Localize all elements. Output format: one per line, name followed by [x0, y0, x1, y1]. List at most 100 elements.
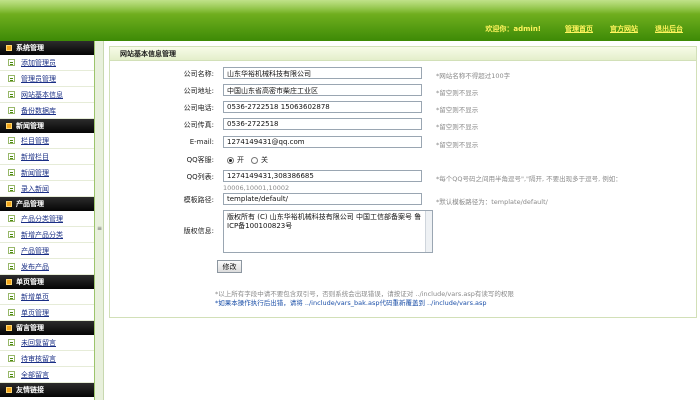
- company-phone-label: 公司电话:: [183, 104, 214, 112]
- company-name-hint: *网站名称不得超过100字: [436, 72, 511, 80]
- sidebar-group-links[interactable]: 友情链接: [0, 383, 94, 397]
- doc-icon: [8, 185, 15, 192]
- doc-icon: [8, 215, 15, 222]
- sidebar-item-column-manage[interactable]: 栏目管理: [0, 133, 94, 149]
- qq-show-radio-group: 开 关: [227, 155, 268, 165]
- email-input[interactable]: 1274149431@qq.com: [223, 136, 422, 148]
- sidebar-item-backup-db[interactable]: 备份数据库: [0, 103, 94, 119]
- submit-button[interactable]: 修改: [217, 260, 242, 273]
- sidebar-item-add-news[interactable]: 录入新闻: [0, 181, 94, 197]
- sidebar-item-site-info[interactable]: 网站基本信息: [0, 87, 94, 103]
- note-restore: *如果本操作执行后出错，请将 ../include/vars_bak.asp代码…: [215, 299, 487, 307]
- email-label: E-mail:: [189, 138, 214, 146]
- company-address-hint: *留空则不显示: [436, 89, 479, 97]
- folder-icon: [6, 45, 12, 51]
- company-name-input[interactable]: 山东华裕机械科技有限公司: [223, 67, 422, 79]
- sidebar-item-category-manage[interactable]: 产品分类管理: [0, 211, 94, 227]
- panel-title: 网站基本信息管理: [110, 47, 696, 61]
- template-path-input[interactable]: template/default/: [223, 193, 422, 205]
- nav-logout[interactable]: 退出后台: [655, 24, 683, 36]
- sidebar-splitter[interactable]: ≡: [95, 41, 104, 400]
- sidebar-group-system[interactable]: 系统管理: [0, 41, 94, 55]
- doc-icon: [8, 153, 15, 160]
- company-address-label: 公司地址:: [183, 87, 214, 95]
- folder-icon: [6, 387, 12, 393]
- header-bar: 欢迎你：admin! 管理首页 官方网站 退出后台: [0, 0, 700, 41]
- company-phone-hint: *留空则不显示: [436, 106, 479, 114]
- qq-list-example: 10006,10001,10002: [223, 184, 290, 192]
- doc-icon: [8, 137, 15, 144]
- qq-list-hint: *每个QQ号码之间用半角逗号","隔开, 不要出现多于逗号, 例如：: [436, 175, 622, 183]
- sidebar-item-unreplied[interactable]: 未回复留言: [0, 335, 94, 351]
- doc-icon: [8, 91, 15, 98]
- qq-show-on-radio[interactable]: [227, 156, 234, 164]
- site-info-panel: 网站基本信息管理 公司名称: 山东华裕机械科技有限公司 *网站名称不得超过100…: [109, 46, 697, 318]
- row-qq-list: QQ列表: 1274149431,308386685 *每个QQ号码之间用半角逗…: [110, 170, 698, 192]
- welcome-text: 欢迎你：admin!: [485, 25, 541, 33]
- sidebar-item-pending[interactable]: 待审核留言: [0, 351, 94, 367]
- doc-icon: [8, 309, 15, 316]
- company-name-label: 公司名称:: [183, 70, 214, 78]
- folder-icon: [6, 123, 12, 129]
- nav-admin-home[interactable]: 管理首页: [565, 24, 593, 36]
- qq-show-off-radio[interactable]: [251, 156, 258, 164]
- collapse-arrow-icon[interactable]: ≡: [97, 226, 102, 232]
- qq-list-input[interactable]: 1274149431,308386685: [223, 170, 422, 182]
- row-copyright: 版权信息: 版权所有 (C) 山东华裕机械科技有限公司 中国工信部备案号 鲁IC…: [110, 210, 698, 253]
- doc-icon: [8, 263, 15, 270]
- row-company-address: 公司地址: 中国山东省高密市柴庄工业区 *留空则不显示: [110, 84, 698, 98]
- sidebar-item-add-page[interactable]: 新增单页: [0, 289, 94, 305]
- qq-show-off-label: 关: [261, 156, 268, 164]
- row-company-name: 公司名称: 山东华裕机械科技有限公司 *网站名称不得超过100字: [110, 67, 698, 81]
- folder-icon: [6, 325, 12, 331]
- sidebar-item-news-manage[interactable]: 新闻管理: [0, 165, 94, 181]
- row-email: E-mail: 1274149431@qq.com *留空则不显示: [110, 136, 698, 150]
- sidebar-group-news[interactable]: 新闻管理: [0, 119, 94, 133]
- doc-icon: [8, 247, 15, 254]
- top-nav: 欢迎你：admin! 管理首页 官方网站 退出后台: [485, 24, 700, 36]
- copyright-label: 版权信息:: [183, 227, 214, 235]
- doc-icon: [8, 339, 15, 346]
- sidebar-item-all-messages[interactable]: 全部留言: [0, 367, 94, 383]
- doc-icon: [8, 75, 15, 82]
- row-qq-show: QQ客服: 开 关: [110, 153, 698, 167]
- textarea-scrollbar[interactable]: [425, 211, 432, 252]
- sidebar-item-add-admin[interactable]: 添加管理员: [0, 55, 94, 71]
- doc-icon: [8, 231, 15, 238]
- doc-icon: [8, 107, 15, 114]
- sidebar-item-page-manage[interactable]: 单页管理: [0, 305, 94, 321]
- sidebar-item-publish-product[interactable]: 发布产品: [0, 259, 94, 275]
- doc-icon: [8, 355, 15, 362]
- sidebar-group-message[interactable]: 留言管理: [0, 321, 94, 335]
- template-path-hint: *默认模板路径为：template/default/: [436, 198, 548, 206]
- doc-icon: [8, 59, 15, 66]
- sidebar-group-page[interactable]: 单页管理: [0, 275, 94, 289]
- row-company-phone: 公司电话: 0536-2722518 15063602878 *留空则不显示: [110, 101, 698, 115]
- template-path-label: 模板路径:: [183, 196, 214, 204]
- nav-official-site[interactable]: 官方网站: [610, 24, 638, 36]
- copyright-text: 版权所有 (C) 山东华裕机械科技有限公司 中国工信部备案号 鲁ICP备1001…: [227, 213, 422, 230]
- qq-show-on-label: 开: [237, 156, 244, 164]
- company-fax-input[interactable]: 0536-2722518: [223, 118, 422, 130]
- folder-icon: [6, 279, 12, 285]
- company-fax-label: 公司传真:: [183, 121, 214, 129]
- email-hint: *留空则不显示: [436, 141, 479, 149]
- qq-list-label: QQ列表:: [186, 173, 214, 181]
- qq-show-label: QQ客服:: [186, 156, 214, 164]
- sidebar-item-add-column[interactable]: 新增栏目: [0, 149, 94, 165]
- sidebar: 系统管理 添加管理员 管理员管理 网站基本信息 备份数据库 新闻管理 栏目管理 …: [0, 41, 95, 400]
- doc-icon: [8, 371, 15, 378]
- company-fax-hint: *留空则不显示: [436, 123, 479, 131]
- row-company-fax: 公司传真: 0536-2722518 *留空则不显示: [110, 118, 698, 132]
- sidebar-item-add-category[interactable]: 新增产品分类: [0, 227, 94, 243]
- doc-icon: [8, 293, 15, 300]
- doc-icon: [8, 169, 15, 176]
- folder-icon: [6, 201, 12, 207]
- sidebar-item-admin-manage[interactable]: 管理员管理: [0, 71, 94, 87]
- copyright-textarea[interactable]: 版权所有 (C) 山东华裕机械科技有限公司 中国工信部备案号 鲁ICP备1001…: [223, 210, 433, 253]
- company-address-input[interactable]: 中国山东省高密市柴庄工业区: [223, 84, 422, 96]
- main-content: 网站基本信息管理 公司名称: 山东华裕机械科技有限公司 *网站名称不得超过100…: [104, 41, 700, 400]
- sidebar-group-product[interactable]: 产品管理: [0, 197, 94, 211]
- company-phone-input[interactable]: 0536-2722518 15063602878: [223, 101, 422, 113]
- sidebar-item-product-manage[interactable]: 产品管理: [0, 243, 94, 259]
